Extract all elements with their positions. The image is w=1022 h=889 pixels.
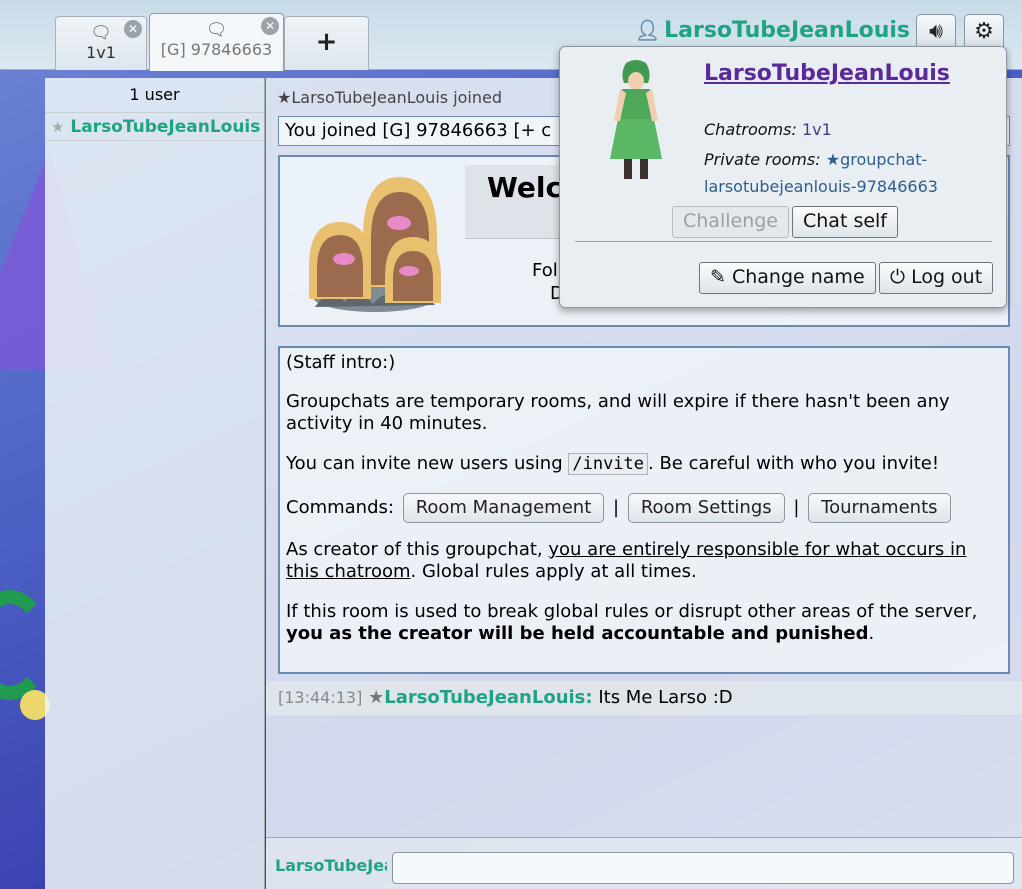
message-text: Its Me Larso :D: [598, 687, 733, 708]
challenge-button[interactable]: Challenge: [672, 206, 789, 238]
settings-button[interactable]: ⚙: [964, 14, 1004, 50]
new-tab-button[interactable]: +: [284, 16, 369, 70]
invite-command: /invite: [568, 453, 649, 475]
message-timestamp: [13:44:13]: [278, 688, 363, 707]
tab-groupchat[interactable]: 🗨︎ [G] 97846663 ✕: [149, 13, 284, 71]
intro-invite-paragraph: You can invite new users using /invite. …: [286, 453, 1002, 475]
separator: |: [613, 497, 620, 518]
message-author[interactable]: LarsoTubeJeanLouis:: [384, 687, 592, 708]
log-out-button[interactable]: ⏻ Log out: [879, 262, 994, 294]
tab-1v1[interactable]: 🗨︎ 1v1 ✕: [55, 16, 147, 70]
close-icon[interactable]: ✕: [124, 20, 142, 38]
tournaments-button[interactable]: Tournaments: [808, 493, 951, 523]
commands-row: Commands: Room Management | Room Setting…: [286, 493, 1002, 523]
speaker-icon: 🔊︎: [929, 19, 943, 44]
chat-message: [13:44:13] ★LarsoTubeJeanLouis: Its Me L…: [266, 681, 1022, 715]
current-username: LarsoTubeJeanLouis: [664, 18, 910, 43]
intro-text: If this room is used to break global rul…: [286, 601, 978, 622]
rank-star: ★: [368, 687, 385, 708]
commands-label: Commands:: [286, 497, 394, 518]
tab-label: 1v1: [86, 43, 116, 62]
compose-username[interactable]: LarsoTubeJeanLouis: [275, 856, 387, 875]
room-settings-button[interactable]: Room Settings: [627, 493, 785, 523]
divider: [575, 241, 992, 242]
chatroom-link[interactable]: 1v1: [802, 120, 832, 139]
chatrooms-row: Chatrooms: 1v1: [704, 120, 832, 139]
rank-star: ★: [51, 118, 65, 136]
intro-paragraph: Groupchats are temporary rooms, and will…: [286, 391, 950, 434]
user-count: 1 user: [45, 78, 264, 113]
user-popup: LarsoTubeJeanLouis Chatrooms: 1v1 Privat…: [559, 46, 1007, 308]
sound-button[interactable]: 🔊︎: [916, 14, 956, 50]
change-name-button[interactable]: ✎ Change name: [699, 262, 876, 294]
separator: |: [793, 497, 800, 518]
compose-bar: LarsoTubeJeanLouis: [266, 837, 1022, 889]
welcome-text: Fol: [532, 260, 558, 281]
intro-heading: (Staff intro:): [286, 352, 396, 373]
intro-text: .: [868, 623, 875, 644]
intro-warning-paragraph: If this room is used to break global rul…: [286, 601, 1002, 645]
intro-text: You can invite new users using: [286, 453, 569, 474]
intro-responsibility-paragraph: As creator of this groupchat, you are en…: [286, 539, 1002, 583]
staff-intro: (Staff intro:) Groupchats are temporary …: [278, 346, 1010, 674]
tab-label: [G] 97846663: [160, 40, 273, 59]
trainer-avatar: [610, 60, 662, 179]
user-name: LarsoTubeJeanLouis: [70, 117, 261, 137]
user-icon: 👤︎: [634, 18, 661, 42]
change-name-label: Change name: [731, 266, 865, 288]
user-list: 1 user ★ LarsoTubeJeanLouis: [45, 78, 265, 889]
intro-text: As creator of this groupchat,: [286, 539, 549, 560]
pencil-icon: ✎: [710, 266, 726, 288]
close-icon[interactable]: ✕: [261, 17, 279, 35]
private-rooms-label: Private rooms:: [704, 150, 821, 169]
intro-text: . Be careful with who you invite!: [648, 453, 940, 474]
chatrooms-label: Chatrooms:: [704, 120, 797, 139]
power-icon: ⏻: [890, 266, 906, 288]
private-rooms-row: Private rooms: ★groupchat-larsotubejeanl…: [704, 146, 994, 200]
chat-self-button[interactable]: Chat self: [792, 206, 898, 238]
dugtrio-logo: [309, 177, 441, 312]
gear-icon: ⚙: [974, 19, 994, 44]
background-shape: [0, 590, 50, 700]
log-out-label: Log out: [911, 266, 983, 288]
intro-bold-warning: you as the creator will be held accounta…: [286, 623, 869, 644]
join-message: ★LarsoTubeJeanLouis joined: [277, 88, 503, 107]
plus-icon: +: [315, 27, 338, 57]
chat-input[interactable]: [392, 852, 1014, 884]
popup-username[interactable]: LarsoTubeJeanLouis: [704, 61, 950, 86]
room-management-button[interactable]: Room Management: [402, 493, 605, 523]
current-user[interactable]: 👤︎ LarsoTubeJeanLouis: [635, 18, 910, 43]
user-list-item[interactable]: ★ LarsoTubeJeanLouis: [45, 113, 264, 141]
intro-text: . Global rules apply at all times.: [410, 561, 697, 582]
